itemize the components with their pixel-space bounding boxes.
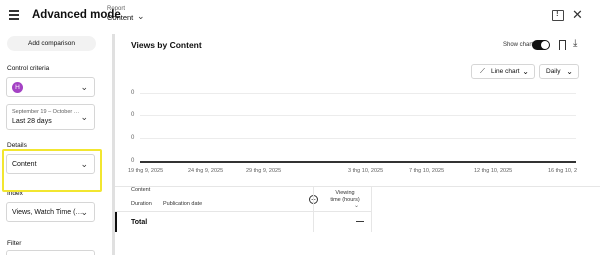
report-value: Content <box>107 13 134 22</box>
gridline <box>140 93 576 94</box>
total-value: — <box>356 217 364 226</box>
y-tick-label: 0 <box>131 158 135 164</box>
date-range-value: Last 28 days <box>12 118 52 125</box>
control-criteria-dropdown[interactable]: H ⌄ <box>6 77 95 97</box>
y-tick-label: 0 <box>131 90 135 96</box>
sidebar: Add comparison Control criteria H ⌄ Sept… <box>0 34 108 255</box>
filter-dropdown[interactable] <box>6 250 95 255</box>
chevron-down-icon: ⌄ <box>566 67 573 76</box>
chevron-down-icon: ⌄ <box>522 67 529 76</box>
chart-type-label: Line chart <box>491 68 520 75</box>
avatar: H <box>12 82 23 93</box>
chevron-down-icon: ⌄ <box>80 82 88 92</box>
x-tick-label: 19 thg 9, 2025 <box>128 168 164 174</box>
column-divider <box>371 187 372 232</box>
granularity-dropdown[interactable]: Daily ⌄ <box>539 64 579 79</box>
total-row-marker <box>115 212 117 232</box>
chevron-down-icon: ⌄ <box>80 112 88 122</box>
x-tick-label: 12 thg 10, 2025 <box>474 168 513 174</box>
y-tick-label: 0 <box>131 112 135 118</box>
report-label: Report <box>107 6 126 12</box>
index-highlight <box>2 149 102 192</box>
chart-title: Views by Content <box>131 40 202 50</box>
control-criteria-label: Control criteria <box>7 65 50 72</box>
publication-date-column-header[interactable]: Publication date <box>163 201 202 207</box>
details-label: Details <box>7 142 27 149</box>
close-icon[interactable]: ✕ <box>572 7 583 23</box>
filter-label: Filter <box>7 240 22 247</box>
row-divider <box>115 211 372 212</box>
x-tick-label: 29 thg 9, 2025 <box>246 168 282 174</box>
show-chart-label: Show chart <box>503 42 534 48</box>
column-divider <box>313 187 314 232</box>
index-value: Views, Watch Time (… <box>12 209 83 216</box>
index-dropdown[interactable]: Views, Watch Time (… ⌄ <box>6 202 95 222</box>
duration-column-header[interactable]: Duration <box>131 201 152 207</box>
date-range-dropdown[interactable]: September 19 – October … Last 28 days ⌄ <box>6 104 95 130</box>
x-tick-label: 3 thg 10, 2025 <box>348 168 384 174</box>
x-tick-label: 7 thg 10, 2025 <box>409 168 445 174</box>
show-chart-toggle[interactable] <box>532 40 550 50</box>
x-tick-label: 24 thg 9, 2025 <box>188 168 224 174</box>
content-column-header: Content <box>131 187 151 193</box>
date-range-text: September 19 – October … <box>12 109 80 115</box>
sort-icon[interactable]: ⌄ <box>354 202 359 209</box>
chart-type-dropdown[interactable]: ⟋ Line chart ⌄ <box>471 64 535 79</box>
table-divider <box>115 186 600 187</box>
y-tick-label: 0 <box>131 135 135 141</box>
add-comparison-button[interactable]: Add comparison <box>7 36 96 51</box>
granularity-label: Daily <box>546 68 561 75</box>
report-selector[interactable]: Report Content <box>107 6 133 22</box>
bookmark-icon[interactable] <box>559 40 566 50</box>
chevron-down-icon[interactable]: ⌄ <box>137 11 145 22</box>
x-tick-label: 16 thg 10, 2 <box>548 168 578 174</box>
x-axis-line <box>140 161 576 163</box>
total-label: Total <box>131 219 148 226</box>
chevron-down-icon: ⌄ <box>80 207 88 217</box>
gridline <box>140 115 576 116</box>
menu-icon[interactable] <box>9 10 19 20</box>
line-chart: 0 0 0 0 19 thg 9, 2025 24 thg 9, 2025 29 thg 9… <box>128 88 578 178</box>
gridline <box>140 138 576 139</box>
feedback-icon[interactable] <box>552 9 564 21</box>
top-bar: Advanced mode Report Content ⌄ ✕ <box>0 0 600 34</box>
download-icon[interactable]: ⤓ <box>573 38 577 49</box>
line-chart-icon: ⟋ <box>480 68 485 75</box>
